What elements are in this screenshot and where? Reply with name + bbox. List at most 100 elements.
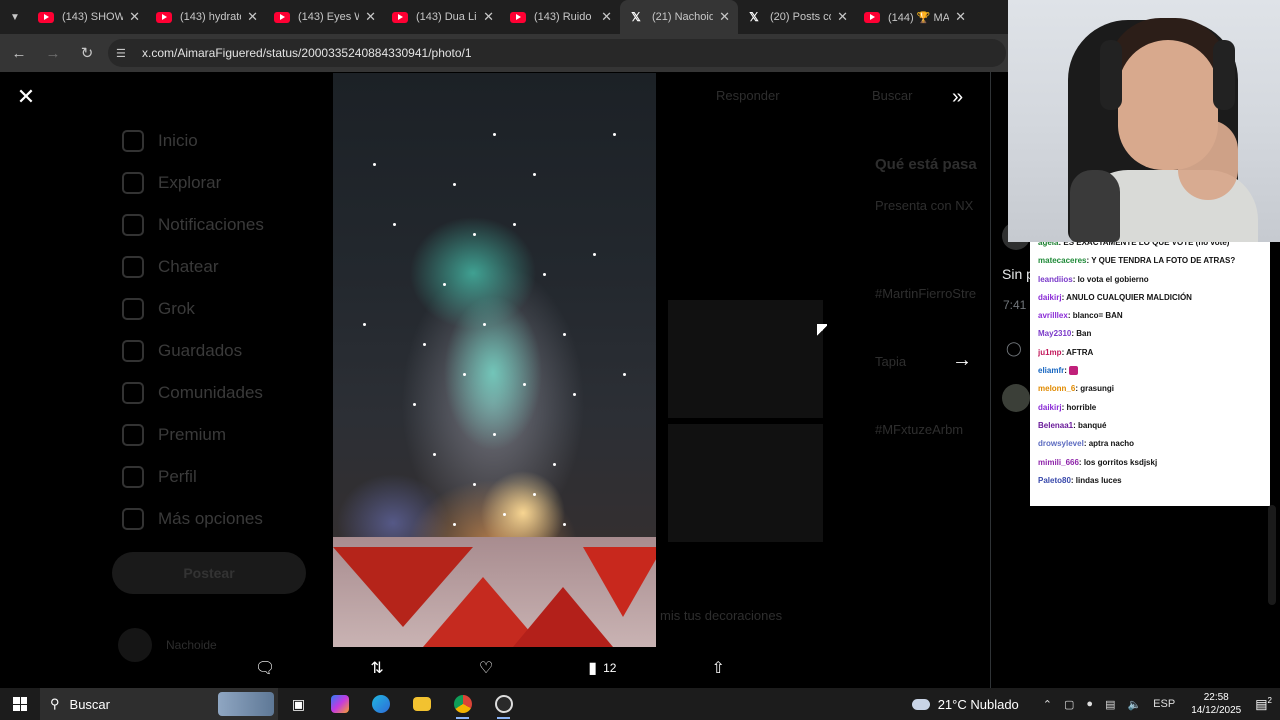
x-icon: 𝕏	[631, 10, 641, 24]
chat-username[interactable]: matecaceres	[1038, 256, 1086, 265]
nav-label: Grok	[158, 299, 195, 318]
site-info-icon[interactable]: ☰	[116, 47, 134, 60]
comment-icon: 🗨	[255, 660, 276, 677]
chat-username[interactable]: daikirj	[1038, 293, 1062, 302]
reload-button[interactable]: ↻	[72, 38, 102, 68]
nav-premium: Premium	[112, 414, 322, 456]
task-view-icon[interactable]: ▣	[278, 688, 319, 720]
reply-button[interactable]: 🗨	[255, 658, 275, 678]
chat-username[interactable]: drowsylevel	[1038, 439, 1084, 448]
browser-tab[interactable]: 𝕏 (21) Nachoid ✕	[620, 0, 738, 34]
chevron-up-icon[interactable]: ⌃	[1043, 698, 1052, 711]
chat-text: Ban	[1076, 329, 1092, 339]
close-tab-icon[interactable]: ✕	[129, 9, 140, 25]
chat-message: daikirj: ANULO CUALQUIER MALDICIÓN	[1038, 289, 1262, 307]
repost-button[interactable]: ⇅	[370, 658, 383, 678]
nav-label: Explorar	[158, 173, 222, 192]
chat-message: eliamfr:	[1038, 362, 1262, 380]
chat-username[interactable]: Belenaa1	[1038, 421, 1073, 430]
home-icon	[122, 130, 144, 152]
copilot-icon[interactable]	[319, 688, 360, 720]
chat-message: avrilllex: blanco= BAN	[1038, 307, 1262, 325]
chat-username[interactable]: melonn_6	[1038, 384, 1075, 393]
browser-tab[interactable]: (143) Ruido r ✕	[502, 0, 620, 34]
chat-username[interactable]: leandiios	[1038, 275, 1073, 284]
chat-username[interactable]: avrilllex	[1038, 311, 1068, 320]
next-photo-button[interactable]: →	[952, 349, 972, 372]
clock-date: 14/12/2025	[1191, 705, 1242, 716]
device-icon[interactable]: ▢	[1064, 698, 1074, 711]
photo-light	[443, 283, 446, 286]
taskbar-search[interactable]: ⚲ Buscar	[40, 688, 278, 720]
photo-light	[423, 343, 426, 346]
tab-title: (143) Ruido r	[534, 11, 596, 23]
weather-widget[interactable]: 21°C Nublado	[911, 697, 1019, 712]
photo-light	[463, 373, 466, 376]
browser-tab[interactable]: 𝕏 (20) Posts co ✕	[738, 0, 856, 34]
close-tab-icon[interactable]: ✕	[483, 9, 494, 25]
chat-username[interactable]: Paleto80	[1038, 476, 1071, 485]
volume-icon[interactable]: 🔈	[1127, 698, 1141, 711]
headphones-right	[1213, 40, 1235, 110]
nav-label: Guardados	[158, 341, 243, 360]
close-tab-icon[interactable]: ✕	[837, 9, 848, 25]
chat-username[interactable]: May2310	[1038, 329, 1071, 338]
comment-icon[interactable]: ◯	[1006, 340, 1022, 357]
tweet-photo	[333, 73, 656, 647]
file-explorer-icon[interactable]	[401, 688, 442, 720]
browser-tab[interactable]: (143) Eyes W ✕	[266, 0, 384, 34]
browser-tab[interactable]: (143) SHOWM ✕	[30, 0, 148, 34]
clock[interactable]: 22:58 14/12/2025	[1191, 691, 1241, 717]
close-tab-icon[interactable]: ✕	[719, 9, 730, 25]
views-button[interactable]: ▮ 12	[588, 658, 616, 678]
expand-panel-button[interactable]: »	[952, 86, 963, 109]
chat-text: banqué	[1078, 420, 1107, 430]
chrome-icon[interactable]	[442, 688, 483, 720]
tab-title: (144) 🏆 MA	[888, 11, 950, 24]
chat-text: ES EXACTAMENTE LO QUE VOTE (no vote)	[1063, 242, 1230, 247]
notifications-icon[interactable]: ▤2	[1255, 696, 1272, 712]
chat-text: horrible	[1066, 402, 1097, 412]
close-viewer-button[interactable]: ✕	[15, 86, 37, 108]
close-tab-icon[interactable]: ✕	[365, 9, 376, 25]
start-button[interactable]	[0, 688, 40, 720]
user-icon	[122, 466, 144, 488]
network-icon[interactable]: ▤	[1105, 698, 1115, 711]
photo-light	[453, 183, 456, 186]
streamer-hand	[1178, 120, 1238, 200]
youtube-icon	[156, 11, 172, 23]
microphone-icon[interactable]: ●	[1086, 698, 1093, 710]
forward-button[interactable]: →	[38, 38, 68, 68]
share-button[interactable]: ⇧	[712, 658, 725, 678]
search-icon: ⚲	[50, 696, 60, 711]
browser-tab[interactable]: (144) 🏆 MA ✕	[856, 0, 974, 34]
browser-tab[interactable]: (143) Dua Lip ✕	[384, 0, 502, 34]
chat-username[interactable]: agela	[1038, 242, 1058, 247]
chat-username[interactable]: ju1mp	[1038, 348, 1062, 357]
search-highlight-image	[218, 692, 274, 716]
tab-search-dropdown[interactable]: ▼	[0, 0, 30, 34]
edge-icon[interactable]	[360, 688, 401, 720]
photo-light	[553, 463, 556, 466]
photo-light	[513, 223, 516, 226]
headphones-left	[1100, 40, 1122, 110]
browser-tab[interactable]: (143) hydrate ✕	[148, 0, 266, 34]
obs-icon[interactable]	[483, 688, 524, 720]
chat-username[interactable]: mimili_666	[1038, 458, 1079, 467]
chat-username[interactable]: daikirj	[1038, 403, 1062, 412]
language-indicator[interactable]: ESP	[1153, 698, 1175, 710]
side-panel-divider	[990, 72, 1010, 688]
back-button[interactable]: ←	[4, 38, 34, 68]
youtube-icon	[864, 11, 880, 23]
photo-light	[413, 403, 416, 406]
like-button[interactable]: ♡	[479, 658, 493, 678]
nav-label: Chatear	[158, 257, 219, 276]
close-tab-icon[interactable]: ✕	[601, 9, 612, 25]
chat-username[interactable]: eliamfr	[1038, 366, 1064, 375]
close-tab-icon[interactable]: ✕	[247, 9, 258, 25]
scrollbar[interactable]	[1268, 505, 1276, 605]
photo-light	[563, 333, 566, 336]
close-tab-icon[interactable]: ✕	[955, 9, 966, 25]
views-count: 12	[603, 661, 617, 675]
url-field[interactable]: ☰ x.com/AimaraFiguered/status/2000335240…	[108, 39, 1006, 67]
